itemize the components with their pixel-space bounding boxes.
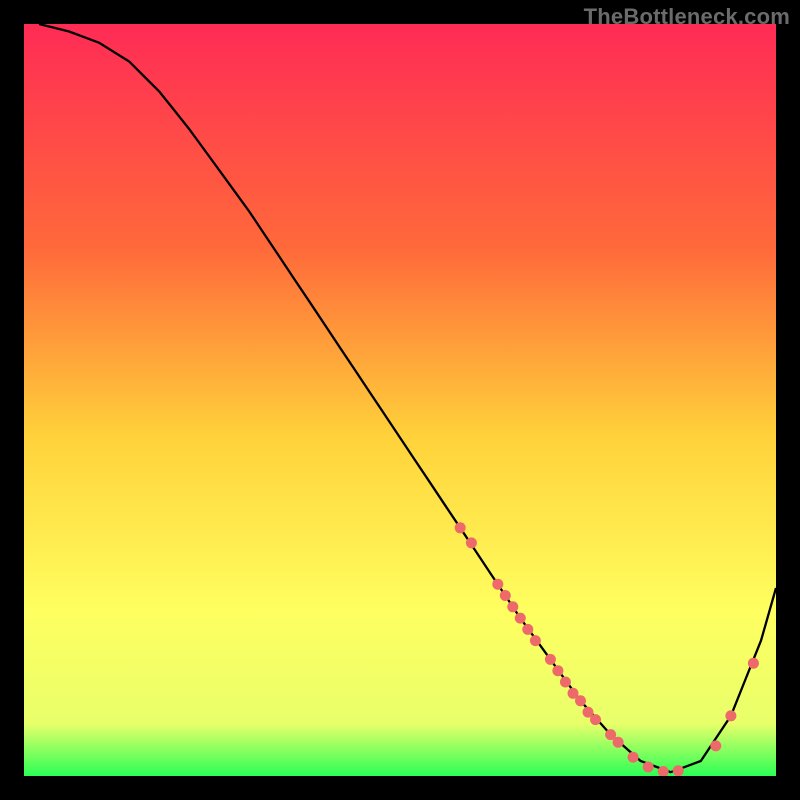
highlight-dot bbox=[673, 765, 684, 776]
highlight-dot bbox=[552, 665, 563, 676]
highlight-dot bbox=[515, 613, 526, 624]
highlight-dot bbox=[748, 658, 759, 669]
gradient-bg bbox=[24, 24, 776, 776]
highlight-dot bbox=[522, 624, 533, 635]
watermark-text: TheBottleneck.com bbox=[584, 4, 790, 30]
chart-frame bbox=[24, 24, 776, 776]
highlight-dot bbox=[628, 752, 639, 763]
highlight-dot bbox=[710, 740, 721, 751]
highlight-dot bbox=[545, 654, 556, 665]
highlight-dot bbox=[455, 522, 466, 533]
highlight-dot bbox=[492, 579, 503, 590]
highlight-dot bbox=[613, 737, 624, 748]
highlight-dot bbox=[466, 537, 477, 548]
highlight-dot bbox=[560, 677, 571, 688]
highlight-dot bbox=[507, 601, 518, 612]
highlight-dot bbox=[575, 695, 586, 706]
highlight-dot bbox=[530, 635, 541, 646]
highlight-dot bbox=[500, 590, 511, 601]
chart-svg bbox=[24, 24, 776, 776]
highlight-dot bbox=[643, 762, 654, 773]
highlight-dot bbox=[590, 714, 601, 725]
highlight-dot bbox=[725, 710, 736, 721]
